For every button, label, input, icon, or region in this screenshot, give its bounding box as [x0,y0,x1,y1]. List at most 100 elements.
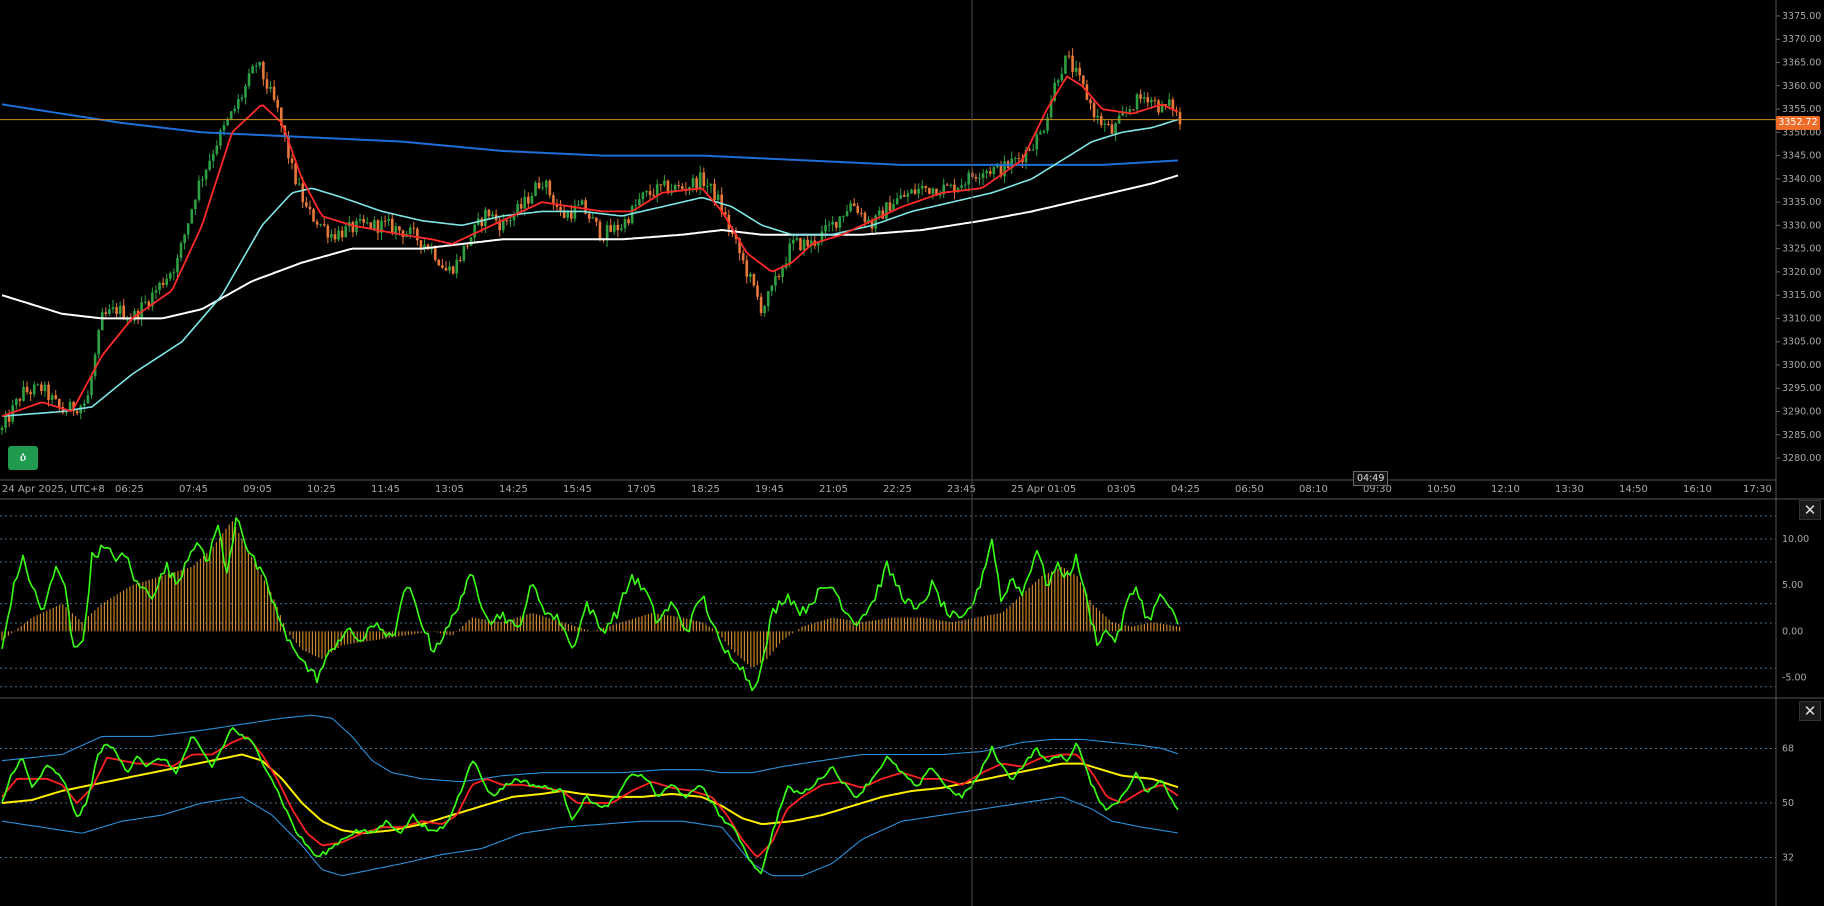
candle-body [1150,99,1153,103]
candle-body [863,212,867,222]
candle-body [154,290,158,293]
candle-body [580,200,584,205]
candle-body [183,234,186,244]
candle-body [605,225,609,241]
price-tick-label: 3300.00 [1782,360,1821,371]
macd-panel[interactable] [0,515,1776,692]
candle-body [165,278,169,285]
candle-body [595,217,598,222]
candle-body [920,185,924,189]
candle-body [351,221,355,233]
candle-body [838,216,842,228]
candle-body [7,416,11,422]
candle-body [834,221,838,228]
rsi-main-line [1,727,1179,875]
candle-body [262,61,265,80]
candle-body [451,266,455,274]
candle-body [985,171,988,174]
price-tick-label: 3305.00 [1782,337,1821,348]
candle-body [1153,99,1157,101]
time-tick-label: 08:10 [1299,484,1328,495]
candle-body [598,221,602,239]
candle-body [627,219,630,224]
candle-body [0,427,4,431]
time-tick-label: 06:25 [115,484,144,495]
candle-body [645,191,648,193]
candle-body [83,403,86,406]
candle-body [1074,67,1078,72]
candle-body [455,259,459,274]
candle-body [548,180,552,196]
candle-body [895,198,899,205]
candle-body [1028,149,1031,151]
candle-body [509,220,512,222]
candle-body [161,282,165,285]
candle-body [15,399,18,406]
candle-body [612,224,616,232]
time-tick-label: 19:45 [755,484,784,495]
rsi-tick-label: 50 [1782,798,1794,809]
candle-body [899,195,903,199]
candle-body [208,160,211,170]
trading-chart[interactable]: 3375.003370.003365.003360.003355.003350.… [0,0,1824,906]
close-macd-panel-button[interactable]: ✕ [1799,500,1821,520]
candle-body [1056,80,1060,83]
candle-body [620,228,623,231]
rsi-panel[interactable] [0,714,1776,877]
candle-body [319,224,322,226]
candle-body [756,285,759,297]
candle-body [541,187,544,189]
candle-body [527,196,530,204]
candle-body [1017,158,1021,160]
candle-body [1031,149,1035,151]
candle-body [1110,124,1114,134]
candle-body [315,221,319,225]
candle-body [111,307,115,310]
candle-body [570,211,573,219]
candle-body [269,86,272,89]
price-tick-label: 3295.00 [1782,383,1821,394]
candle-body [673,185,677,191]
close-rsi-panel-button[interactable]: ✕ [1799,701,1821,721]
candle-body [43,384,47,392]
candle-body [501,220,505,231]
candle-body [186,223,190,235]
candle-body [462,245,466,261]
rsi-lower-band [1,796,1179,877]
candle-body [487,209,491,217]
candle-body [104,312,108,314]
ema-slow-line [1,174,1179,320]
candle-body [981,173,985,178]
time-tick-label: 07:45 [179,484,208,495]
price-tick-label: 3340.00 [1782,174,1821,185]
candle-body [852,203,856,207]
macd-histogram [1,521,1181,668]
rsi-lines [1,714,1179,877]
candle-body [917,188,920,194]
candle-body [1099,115,1103,125]
candle-body [566,211,570,218]
time-tick-label: 22:25 [883,484,912,495]
instrument-badge[interactable]: ዕ [8,446,38,470]
candle-body [179,243,183,258]
candle-body [1096,115,1099,118]
candle-body [691,178,695,188]
price-tick-label: 3310.00 [1782,313,1821,324]
candle-body [749,273,752,277]
candle-body [716,194,720,200]
candle-body [587,213,591,219]
candle-body [795,238,799,240]
candle-body [845,211,849,217]
candle-body [1060,73,1064,81]
candle-body [1132,109,1135,111]
candle-body [1103,123,1107,125]
candle-body [695,178,698,189]
candle-body [143,301,147,303]
candle-body [18,399,22,401]
candle-body [190,209,194,224]
time-tick-label: 21:05 [819,484,848,495]
candle-body [1035,134,1039,150]
price-panel[interactable] [0,48,1776,435]
candle-body [401,230,405,237]
candle-body [22,387,25,401]
